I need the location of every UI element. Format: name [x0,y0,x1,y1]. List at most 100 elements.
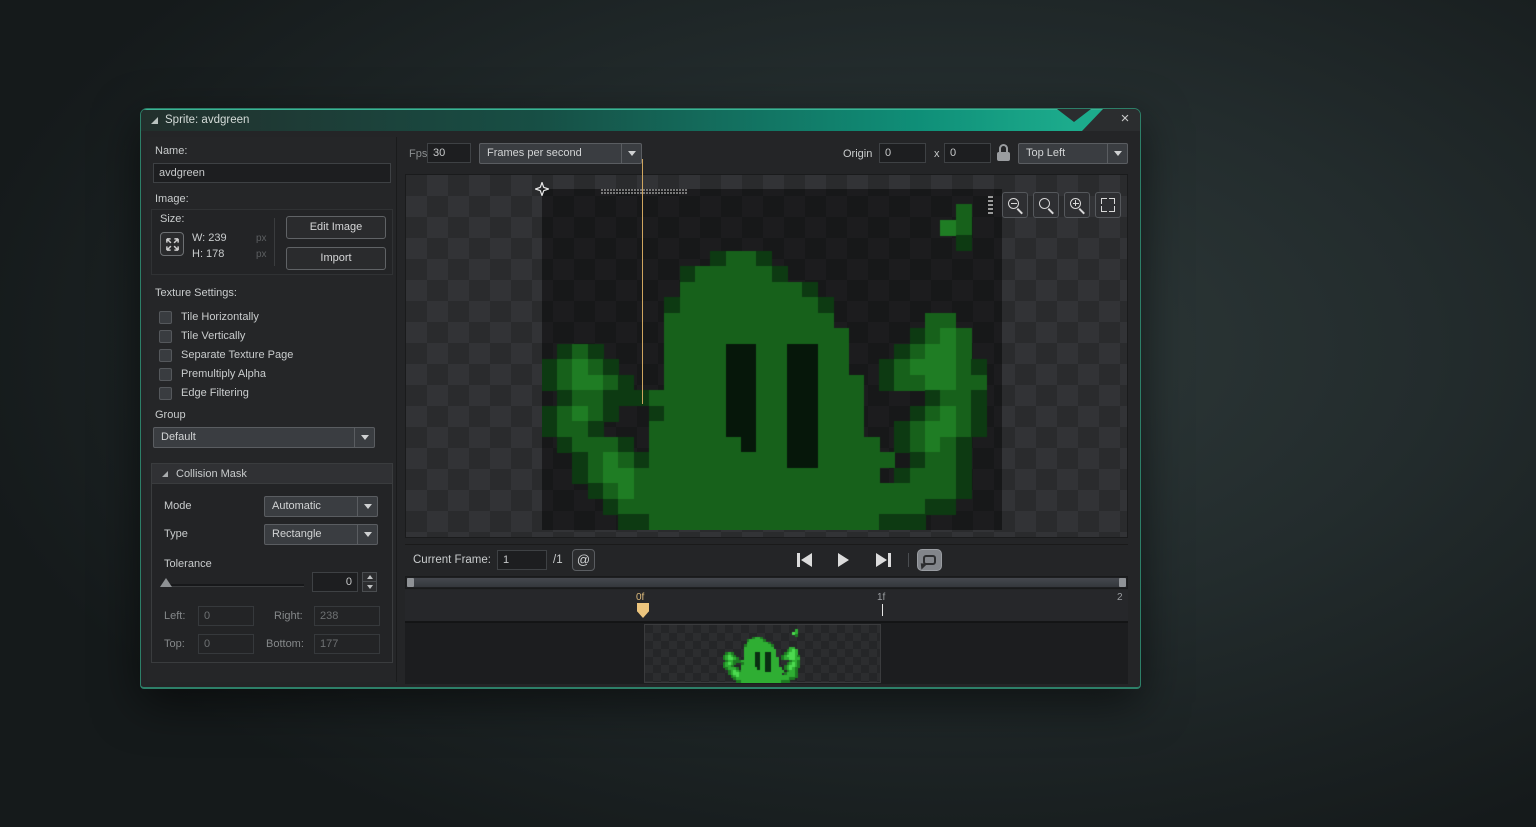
tick-mark [882,604,883,616]
type-value: Rectangle [272,528,322,540]
playhead-handle[interactable] [637,603,649,618]
canvas-viewport[interactable] [405,174,1128,538]
sprite-image-area[interactable] [533,180,1002,530]
resize-handle-dots[interactable] [601,189,687,194]
playback-mode-dropdown[interactable]: Frames per second [479,143,642,164]
checkbox-icon[interactable] [159,348,172,362]
group-value: Default [161,431,196,443]
chevron-down-icon [1113,151,1122,156]
collapse-section-icon[interactable] [162,470,168,477]
zoom-reset-button[interactable] [1033,192,1059,218]
mode-label: Mode [164,500,192,512]
close-icon[interactable]: × [1116,110,1134,128]
title-bar[interactable]: Sprite: avdgreen × [141,109,1140,131]
checkbox-icon[interactable] [159,386,172,400]
onion-skin-button[interactable]: @ [572,549,595,571]
type-label: Type [164,528,188,540]
tolerance-spinner[interactable] [362,572,377,592]
collapse-window-icon[interactable] [151,116,158,124]
chevron-down-icon [360,435,369,440]
checkbox-edge-filtering[interactable]: Edge Filtering [159,385,249,401]
tick-1f: 1f [877,592,886,603]
name-input[interactable] [153,163,391,183]
checkbox-icon[interactable] [159,367,172,381]
edit-image-button[interactable]: Edit Image [286,216,386,239]
origin-x-input[interactable] [879,143,926,163]
scrollbar-right-grip[interactable] [1119,578,1126,587]
mode-dropdown[interactable]: Automatic [264,496,378,517]
checkbox-icon[interactable] [159,329,172,343]
frame-0-cell[interactable] [644,624,881,683]
skip-to-start-button[interactable] [794,552,814,568]
checkbox-tile-vertically[interactable]: Tile Vertically [159,328,245,344]
origin-preset-dropdown[interactable]: Top Left [1018,143,1128,164]
size-divider [274,218,275,266]
checkbox-icon[interactable] [159,310,172,324]
scrollbar-left-grip[interactable] [407,578,414,587]
checkbox-tile-horizontally[interactable]: Tile Horizontally [159,309,259,325]
import-button[interactable]: Import [286,247,386,270]
dropdown-button[interactable] [357,525,377,544]
checkbox-label: Separate Texture Page [181,349,294,361]
mask-top-input[interactable] [198,634,254,654]
checkbox-label: Tile Horizontally [181,311,259,323]
checkbox-separate-texture-page[interactable]: Separate Texture Page [159,347,293,363]
toolbar-grip-icon[interactable] [988,196,993,214]
fit-icon [1101,198,1115,212]
mask-bottom-input[interactable] [314,634,380,654]
dropdown-button[interactable] [1107,144,1127,163]
mask-left-input[interactable] [198,606,254,626]
unlock-icon[interactable] [997,144,1011,162]
width-unit: px [256,233,267,244]
skip-end-icon [875,553,887,567]
tolerance-label: Tolerance [164,558,212,570]
sprite-editor-window: Sprite: avdgreen × Name: Image: Size: W:… [140,108,1141,689]
checkbox-label: Tile Vertically [181,330,246,342]
frame-controls-row: Current Frame: /1 @ [405,544,1128,574]
tick-2: 2 [1117,592,1123,603]
timeline-scrollbar[interactable] [405,576,1128,589]
skip-to-end-button[interactable] [873,552,893,568]
chevron-down-icon [627,151,636,156]
fps-input[interactable] [427,143,471,163]
playback-mode-value: Frames per second [487,147,582,159]
zoom-in-button[interactable] [1064,192,1090,218]
type-dropdown[interactable]: Rectangle [264,524,378,545]
texture-settings-label: Texture Settings: [155,287,237,299]
zoom-out-button[interactable] [1002,192,1028,218]
group-dropdown[interactable]: Default [153,427,375,448]
spinner-down-icon[interactable] [363,582,376,591]
origin-preset-value: Top Left [1026,147,1066,159]
mask-right-input[interactable] [314,606,380,626]
timeline-ruler[interactable]: 0f 1f 2 [405,590,1128,622]
scrollbar-thumb[interactable] [407,578,1126,587]
chevron-down-icon [363,504,372,509]
size-group: Size: W: 239 H: 178 px px Edit Image Imp… [151,209,393,275]
fit-to-view-button[interactable] [1095,192,1121,218]
tolerance-input[interactable] [312,572,358,592]
window-title: Sprite: avdgreen [165,114,250,126]
play-icon [837,553,849,567]
origin-star-icon[interactable] [533,180,551,198]
current-frame-input[interactable] [497,550,547,570]
tolerance-slider-track[interactable] [164,584,304,587]
fps-label: Fps [409,148,428,160]
tolerance-slider-thumb[interactable] [160,578,172,587]
size-label: Size: [160,213,185,225]
mask-left-label: Left: [164,610,186,622]
dropdown-button[interactable] [621,144,641,163]
loop-toggle-button[interactable] [917,549,942,571]
collision-mask-header[interactable]: Collision Mask [152,464,392,484]
spinner-up-icon[interactable] [363,573,376,582]
dropdown-button[interactable] [354,428,374,447]
image-label: Image: [155,193,189,205]
dropdown-button[interactable] [357,497,377,516]
group-label: Group [155,409,186,421]
checkbox-label: Premultiply Alpha [181,368,266,380]
current-frame-label: Current Frame: [413,554,491,566]
origin-y-input[interactable] [944,143,991,163]
play-button[interactable] [833,552,853,568]
tick-0f: 0f [636,592,645,603]
checkbox-premultiply-alpha[interactable]: Premultiply Alpha [159,366,266,382]
resize-expand-icon[interactable] [160,232,184,256]
